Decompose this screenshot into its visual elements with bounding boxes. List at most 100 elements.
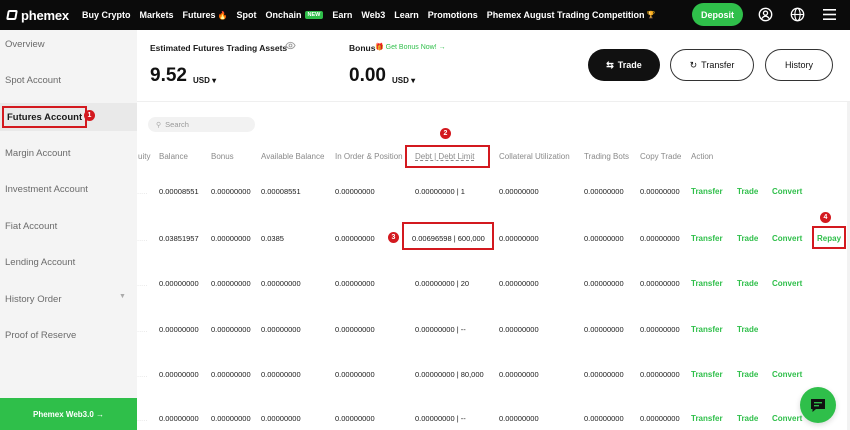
equity-cell-truncated: ..... (137, 414, 148, 423)
transfer-action-link[interactable]: Transfer (691, 234, 723, 243)
nav-onchain[interactable]: Onchain NEW (266, 10, 324, 20)
phemex-web3-button[interactable]: Phemex Web3.0 → (0, 398, 137, 430)
nav-competition-label: Phemex August Trading Competition (486, 10, 645, 20)
available-cell: 0.00008551 (261, 187, 301, 196)
nav-buy-crypto[interactable]: Buy Crypto (82, 10, 131, 20)
search-input[interactable] (165, 120, 246, 129)
nav-learn[interactable]: Learn (394, 10, 419, 20)
sidebar-item-lending-account[interactable]: Lending Account (5, 257, 75, 268)
convert-action-link[interactable]: Convert (772, 370, 802, 379)
nav-futures-label: Futures (182, 10, 216, 20)
assets-value: 9.52 (150, 65, 187, 86)
sidebar-item-spot-account[interactable]: Spot Account (5, 75, 61, 86)
chevron-down-icon[interactable]: ▼ (119, 293, 126, 300)
sidebar-item-investment-account[interactable]: Investment Account (5, 184, 88, 195)
trade-action-link[interactable]: Trade (737, 279, 758, 288)
available-cell: 0.00000000 (261, 370, 301, 379)
phemex-logo[interactable]: phemex (6, 8, 73, 23)
sidebar-item-margin-account[interactable]: Margin Account (5, 148, 70, 159)
deposit-button[interactable]: Deposit (692, 3, 743, 26)
trade-action-link[interactable]: Trade (737, 370, 758, 379)
transfer-action-link[interactable]: Transfer (691, 414, 723, 423)
trade-action-link[interactable]: Trade (737, 325, 758, 334)
sidebar-item-futures-account[interactable]: Futures Account (0, 103, 137, 131)
collateral-cell: 0.00000000 (499, 187, 539, 196)
search-box[interactable]: ⚲ (148, 117, 255, 132)
nav-earn[interactable]: Earn (332, 10, 352, 20)
collateral-cell: 0.00000000 (499, 234, 539, 243)
sidebar-item-fiat-account[interactable]: Fiat Account (5, 221, 57, 232)
convert-action-link[interactable]: Convert (772, 187, 802, 196)
nav-spot[interactable]: Spot (237, 10, 257, 20)
account-icon[interactable] (757, 6, 773, 22)
convert-action-link[interactable]: Convert (772, 279, 802, 288)
transfer-button-label: Transfer (701, 60, 735, 70)
debt-value-highlight (402, 222, 494, 250)
history-button[interactable]: History (765, 49, 833, 81)
copy-cell: 0.00000000 (640, 370, 680, 379)
equity-cell-truncated: ..... (137, 370, 148, 379)
in-order-cell: 0.00000000 (335, 279, 375, 288)
col-header-equity: uity (138, 152, 151, 161)
sidebar-item-overview[interactable]: Overview (5, 39, 45, 50)
sidebar-item-proof-of-reserve[interactable]: Proof of Reserve (5, 330, 76, 341)
bonus-cell: 0.00000000 (211, 187, 251, 196)
in-order-cell: 0.00000000 (335, 187, 375, 196)
globe-icon[interactable] (789, 6, 805, 22)
eye-icon[interactable] (285, 41, 296, 53)
search-icon: ⚲ (156, 121, 162, 129)
trade-action-link[interactable]: Trade (737, 414, 758, 423)
nav-promotions[interactable]: Promotions (428, 10, 478, 20)
trade-button-label: Trade (617, 60, 642, 70)
header-divider (137, 101, 850, 102)
trophy-icon: 🏆 (646, 12, 656, 19)
bonus-cell: 0.00000000 (211, 325, 251, 334)
sidebar-item-futures-label: Futures Account (2, 106, 88, 128)
caret-down-icon: ▾ (411, 76, 416, 85)
top-nav-bar: phemex Buy Crypto Markets Futures 🔥 Spot … (0, 0, 850, 30)
annotation-marker-4: 4 (820, 212, 831, 223)
trade-action-link[interactable]: Trade (737, 187, 758, 196)
col-header-collateral-utilization: Collateral Utilization (499, 152, 570, 161)
bots-cell: 0.00000000 (584, 234, 624, 243)
transfer-button[interactable]: ↻ Transfer (670, 49, 754, 81)
sidebar-item-history-order[interactable]: History Order (5, 294, 61, 305)
trade-action-link[interactable]: Trade (737, 234, 758, 243)
equity-cell-truncated: ..... (137, 234, 148, 243)
swap-icon: ⇆ (606, 59, 614, 70)
transfer-icon: ↻ (689, 59, 698, 70)
nav-markets[interactable]: Markets (140, 10, 174, 20)
col-header-copy-trade: Copy Trade (640, 152, 682, 161)
copy-cell: 0.00000000 (640, 234, 680, 243)
nav-trading-competition[interactable]: Phemex August Trading Competition 🏆 (487, 10, 655, 20)
chat-support-button[interactable] (800, 387, 836, 423)
bots-cell: 0.00000000 (584, 414, 624, 423)
transfer-action-link[interactable]: Transfer (691, 370, 723, 379)
logo-mark-icon (6, 10, 18, 20)
nav-futures[interactable]: Futures 🔥 (183, 10, 228, 20)
transfer-action-link[interactable]: Transfer (691, 187, 723, 196)
menu-icon[interactable] (821, 6, 837, 22)
flame-icon: 🔥 (217, 10, 228, 20)
nav-web3[interactable]: Web3 (361, 10, 385, 20)
collateral-cell: 0.00000000 (499, 325, 539, 334)
convert-action-link[interactable]: Convert (772, 414, 802, 423)
bonus-unit-select[interactable]: USD ▾ (392, 76, 415, 85)
copy-cell: 0.00000000 (640, 187, 680, 196)
nav-onchain-label: Onchain (265, 10, 302, 20)
bots-cell: 0.00000000 (584, 187, 624, 196)
available-cell: 0.00000000 (261, 279, 301, 288)
convert-action-link[interactable]: Convert (772, 234, 802, 243)
transfer-action-link[interactable]: Transfer (691, 325, 723, 334)
equity-cell-truncated: ..... (137, 187, 148, 196)
new-badge: NEW (304, 11, 324, 19)
transfer-action-link[interactable]: Transfer (691, 279, 723, 288)
collateral-cell: 0.00000000 (499, 279, 539, 288)
get-bonus-link[interactable]: 🎁 Get Bonus Now! → (375, 43, 446, 51)
assets-unit-select[interactable]: USD ▾ (193, 76, 216, 85)
debt-cell: 0.00000000 | 20 (415, 279, 470, 288)
assets-unit-label: USD (193, 76, 210, 85)
get-bonus-label: Get Bonus Now! (385, 44, 437, 51)
trade-button[interactable]: ⇆ Trade (588, 49, 660, 81)
bonus-unit-label: USD (392, 76, 409, 85)
